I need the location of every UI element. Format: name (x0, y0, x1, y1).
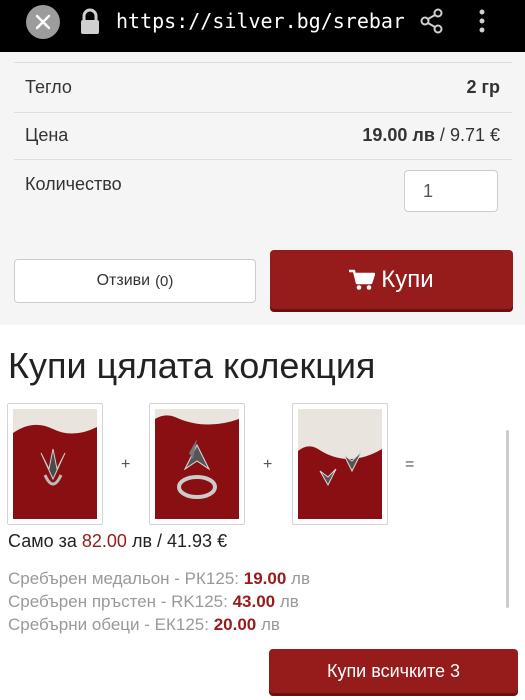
collection-item: Сребърен медальон - РК125: 19.00 лв (8, 569, 310, 588)
collection-total: Само за 82.00 лв / 41.93 € (8, 531, 228, 551)
more-vert-icon[interactable] (470, 7, 494, 35)
spec-row-price: Цена 19.00 лв / 9.71 € (14, 113, 512, 160)
plus-sign-1: + (121, 456, 131, 473)
scrollbar[interactable] (506, 430, 509, 608)
collection-item: Сребърни обеци - ЕК125: 20.00 лв (8, 615, 280, 634)
buy-all-button[interactable]: Купи всичките 3 (269, 649, 518, 693)
browser-toolbar: https://silver.bg/srebaren-me (0, 0, 525, 52)
reviews-label: Отзиви (96, 272, 151, 289)
spec-row-weight: Тегло 2 гр (14, 62, 512, 113)
url-text[interactable]: https://silver.bg/srebaren-me (116, 6, 404, 36)
price-label: Цена (25, 125, 69, 145)
buy-label: Купи (381, 265, 434, 293)
share-icon[interactable] (418, 7, 446, 35)
cart-icon (349, 269, 376, 290)
lock-icon (78, 8, 102, 36)
quantity-input[interactable]: 1 (404, 170, 498, 212)
reviews-count: (0) (155, 272, 174, 290)
pendant-image (13, 409, 97, 519)
plus-sign-2: + (263, 456, 273, 473)
product-thumb-ring[interactable] (149, 403, 245, 525)
equals-sign: = (405, 456, 415, 473)
product-thumb-earrings[interactable] (292, 403, 388, 525)
weight-label: Тегло (25, 77, 72, 97)
weight-value: 2 гр (466, 77, 500, 97)
total-price: 82.00 (81, 531, 127, 551)
quantity-label: Количество (25, 174, 122, 194)
collection-item: Сребърен пръстен - RK125: 43.00 лв (8, 592, 299, 611)
price-value: 19.00 лв / 9.71 € (362, 125, 500, 145)
collection-title: Купи цялата колекция (8, 345, 376, 386)
product-thumb-pendant[interactable] (7, 403, 103, 525)
buy-button[interactable]: Купи (270, 250, 513, 309)
reviews-button[interactable]: Отзиви (0) (14, 259, 256, 303)
close-icon[interactable] (26, 5, 60, 39)
earrings-image (298, 409, 382, 519)
ring-image (155, 409, 239, 519)
